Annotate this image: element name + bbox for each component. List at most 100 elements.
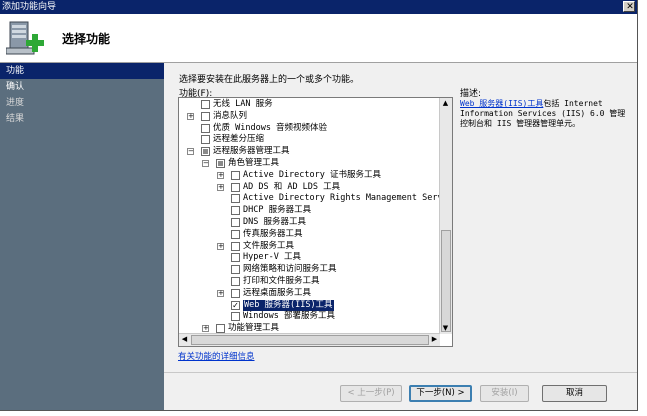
feature-label: 远程差分压缩 bbox=[213, 134, 265, 145]
feature-label: DNS 服务器工具 bbox=[243, 217, 306, 227]
step-progress: 进度 bbox=[6, 98, 25, 108]
close-icon: ✕ bbox=[626, 2, 634, 12]
feature-checkbox[interactable] bbox=[231, 253, 240, 263]
step-features[interactable]: 功能 bbox=[0, 63, 164, 79]
feature-checkbox[interactable] bbox=[201, 123, 210, 133]
horizontal-scroll-thumb[interactable] bbox=[191, 335, 429, 345]
feature-row[interactable]: Hyper-V 工具 bbox=[179, 252, 440, 263]
feature-row[interactable]: 优质 Windows 音频视频体验 bbox=[179, 123, 440, 134]
cancel-button[interactable]: 取消 bbox=[542, 385, 607, 402]
expand-icon[interactable]: + bbox=[187, 112, 194, 120]
feature-row[interactable]: 网络策略和访问服务工具 bbox=[179, 264, 440, 275]
scroll-up-icon[interactable]: ▲ bbox=[440, 98, 451, 109]
feature-label: 文件服务工具 bbox=[243, 240, 295, 251]
feature-checkbox[interactable] bbox=[231, 277, 240, 286]
footer-divider bbox=[164, 372, 637, 373]
features-tree[interactable]: 无线 LAN 服务 + 消息队列 优质 Windows 音频视频体验 远程差分压缩 − 远程… bbox=[178, 97, 453, 347]
page-title: 选择功能 bbox=[62, 32, 111, 46]
feature-row[interactable]: + 消息队列 bbox=[179, 111, 440, 122]
feature-row[interactable]: Windows 部署服务工具 bbox=[179, 311, 440, 322]
feature-label: Windows 部署服务工具 bbox=[243, 311, 335, 322]
features-tree-rows: 无线 LAN 服务 + 消息队列 优质 Windows 音频视频体验 远程差分压缩 − 远程… bbox=[179, 98, 440, 334]
scroll-right-icon[interactable]: ▶ bbox=[429, 334, 440, 345]
description-label: 描述: bbox=[460, 89, 482, 99]
title-bar[interactable]: 添加功能向导 ✕ bbox=[0, 0, 637, 14]
feature-checkbox[interactable] bbox=[231, 218, 240, 227]
feature-label: DHCP 服务器工具 bbox=[243, 205, 312, 216]
feature-label: 传真服务器工具 bbox=[243, 228, 303, 239]
expand-icon[interactable]: + bbox=[217, 183, 224, 191]
feature-row[interactable]: + AD DS 和 AD LDS 工具 bbox=[179, 182, 440, 193]
expand-icon[interactable]: + bbox=[217, 171, 224, 179]
collapse-icon[interactable]: − bbox=[202, 160, 209, 167]
vertical-scroll-thumb[interactable] bbox=[441, 230, 451, 332]
description-feature-link[interactable]: Web 服务器(IIS)工具 bbox=[460, 99, 543, 108]
expand-icon[interactable]: + bbox=[217, 289, 224, 297]
feature-checkbox[interactable] bbox=[201, 111, 210, 121]
vertical-scrollbar[interactable]: ▲ ▼ bbox=[439, 98, 452, 334]
wizard-steps-sidebar: 功能 确认 进度 结果 bbox=[0, 63, 164, 410]
feature-checkbox[interactable] bbox=[216, 159, 225, 168]
feature-row[interactable]: 无线 LAN 服务 bbox=[179, 99, 440, 110]
feature-checkbox[interactable] bbox=[201, 147, 210, 157]
feature-label: 无线 LAN 服务 bbox=[213, 99, 273, 109]
more-about-features-link[interactable]: 有关功能的详细信息 bbox=[178, 350, 255, 362]
feature-description: Web 服务器(IIS)工具包括 Internet Information Se… bbox=[460, 99, 630, 129]
collapse-icon[interactable]: − bbox=[187, 148, 194, 156]
expand-icon[interactable]: + bbox=[217, 242, 224, 250]
feature-label: 打印和文件服务工具 bbox=[243, 276, 320, 286]
feature-row[interactable]: + 文件服务工具 bbox=[179, 241, 440, 252]
next-button[interactable]: 下一步(N) > bbox=[409, 385, 472, 402]
feature-label: Hyper-V 工具 bbox=[243, 252, 301, 263]
feature-label: 远程桌面服务工具 bbox=[243, 287, 312, 298]
feature-label: AD DS 和 AD LDS 工具 bbox=[243, 181, 341, 192]
feature-label: 网络策略和访问服务工具 bbox=[243, 264, 337, 275]
feature-checkbox[interactable] bbox=[231, 265, 240, 275]
scroll-down-icon[interactable]: ▼ bbox=[440, 323, 451, 334]
feature-checkbox[interactable] bbox=[231, 170, 240, 180]
instruction-text: 选择要安装在此服务器上的一个或多个功能。 bbox=[179, 75, 360, 85]
feature-row[interactable]: 打印和文件服务工具 bbox=[179, 276, 440, 287]
feature-checkbox[interactable] bbox=[231, 312, 240, 322]
feature-row[interactable]: + Active Directory 证书服务工具 bbox=[179, 170, 440, 181]
feature-checkbox[interactable] bbox=[231, 206, 240, 216]
step-results: 结果 bbox=[6, 114, 25, 124]
feature-label: 优质 Windows 音频视频体验 bbox=[213, 122, 328, 133]
feature-checkbox[interactable] bbox=[201, 135, 210, 145]
feature-label: Active Directory 证书服务工具 bbox=[243, 169, 381, 180]
feature-row[interactable]: DHCP 服务器工具 bbox=[179, 205, 440, 216]
feature-checkbox[interactable] bbox=[231, 241, 240, 251]
wizard-header: 选择功能 bbox=[0, 14, 637, 63]
previous-button[interactable]: < 上一步(P) bbox=[340, 385, 402, 402]
feature-label: Active Directory Rights Management Servi… bbox=[243, 193, 440, 204]
add-features-wizard-window: 添加功能向导 ✕ 选择功能 功能 确认 进度 结果 选择要安装在此服务器上的一个… bbox=[0, 0, 638, 411]
feature-checkbox[interactable] bbox=[231, 288, 240, 298]
feature-checkbox[interactable] bbox=[231, 182, 240, 192]
scroll-left-icon[interactable]: ◀ bbox=[179, 334, 190, 345]
main-content: 选择要安装在此服务器上的一个或多个功能。 功能(F): 描述: 无线 LAN 服… bbox=[164, 63, 637, 410]
install-button[interactable]: 安装(I) bbox=[480, 385, 529, 402]
feature-checkbox[interactable] bbox=[201, 100, 210, 109]
feature-checkbox[interactable] bbox=[231, 229, 240, 239]
feature-row[interactable]: DNS 服务器工具 bbox=[179, 217, 440, 228]
expand-icon[interactable]: + bbox=[202, 325, 209, 333]
feature-label: Web 服务器(IIS)工具 bbox=[243, 299, 334, 311]
feature-checkbox[interactable]: ✓ bbox=[231, 300, 240, 310]
feature-row[interactable]: 传真服务器工具 bbox=[179, 229, 440, 240]
feature-row[interactable]: − 角色管理工具 bbox=[179, 158, 440, 169]
step-confirmation[interactable]: 确认 bbox=[0, 79, 164, 95]
feature-label: 远程服务器管理工具 bbox=[213, 146, 290, 157]
feature-row[interactable]: ✓ Web 服务器(IIS)工具 bbox=[179, 299, 440, 311]
feature-row[interactable]: − 远程服务器管理工具 bbox=[179, 146, 440, 157]
feature-label: 角色管理工具 bbox=[228, 158, 280, 168]
feature-checkbox[interactable] bbox=[216, 324, 225, 334]
feature-row[interactable]: 远程差分压缩 bbox=[179, 134, 440, 145]
window-title: 添加功能向导 bbox=[2, 2, 57, 12]
feature-row[interactable]: + 远程桌面服务工具 bbox=[179, 288, 440, 299]
feature-checkbox[interactable] bbox=[231, 194, 240, 204]
horizontal-scrollbar[interactable]: ◀ ▶ bbox=[179, 333, 440, 346]
feature-row[interactable]: Active Directory Rights Management Servi… bbox=[179, 193, 440, 204]
feature-label: 消息队列 bbox=[213, 110, 248, 121]
close-button[interactable]: ✕ bbox=[623, 1, 635, 12]
server-add-icon bbox=[6, 21, 44, 55]
